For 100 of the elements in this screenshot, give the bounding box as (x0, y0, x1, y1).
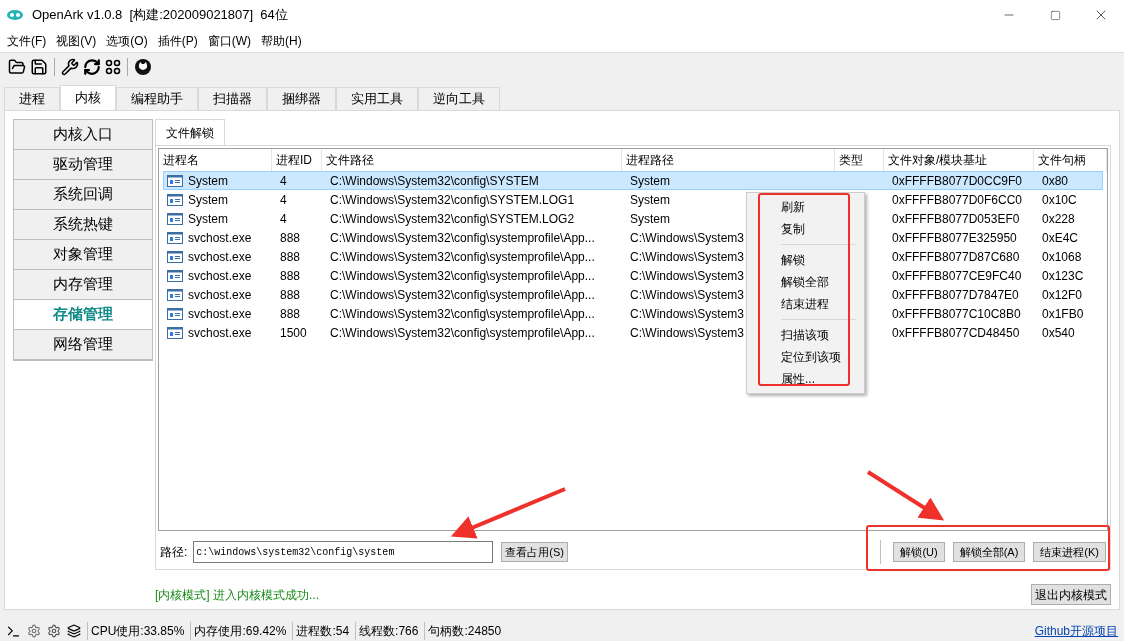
maximize-icon (1049, 9, 1061, 21)
context-menu-item[interactable]: 解锁 (747, 249, 864, 271)
menu-item[interactable]: 帮助(H) (256, 32, 307, 50)
table-cell: 0x1068 (1042, 248, 1082, 265)
status-message: [内核模式] 进入内核模式成功... (155, 586, 319, 604)
table-cell: 0x12F0 (1042, 286, 1083, 303)
table-cell: System (188, 172, 228, 189)
context-menu-item[interactable]: 结束进程 (747, 293, 864, 315)
table-cell: 888 (280, 248, 301, 265)
tab[interactable]: 内核 (60, 85, 116, 110)
menu-item[interactable]: 窗口(W) (202, 32, 256, 50)
table-cell: 0x123C (1042, 267, 1084, 284)
app-logo-icon (7, 10, 23, 20)
table-cell: 0xE4C (1042, 229, 1079, 246)
path-field[interactable]: c:\windows\system32\config\system (193, 541, 494, 563)
table-cell: System (630, 172, 670, 189)
menu-item[interactable]: 视图(V) (51, 32, 102, 50)
terminal-icon[interactable] (6, 623, 21, 639)
window-icon (167, 174, 183, 187)
action-button[interactable]: 结束进程(K) (1033, 542, 1106, 562)
sidebar-item[interactable]: 对象管理 (14, 240, 152, 270)
table-cell: System (630, 191, 670, 208)
selected-row[interactable]: System 4 C:\Windows\System32\config\SYSTEM System 0xFFFFB8077D0CC9F0 0x80 (163, 171, 1103, 190)
table-cell: C:\Windows\System32\config\SYSTEM.LOG2 (330, 210, 575, 227)
table-cell: 888 (280, 267, 301, 284)
circles-grid-icon[interactable] (105, 58, 121, 75)
table-cell: 0xFFFFB8077C10C8B0 (892, 305, 1021, 322)
status-item: 进程数:54 (292, 622, 350, 640)
tab[interactable]: 逆向工具 (418, 87, 500, 110)
table-cell: C:\Windows\System32\config\systemprofile\App... (330, 324, 595, 341)
context-menu-item[interactable]: 刷新 (747, 196, 864, 218)
action-button[interactable]: 解锁全部(A) (952, 542, 1026, 562)
sidebar-item[interactable]: 内核入口 (14, 120, 152, 150)
table-cell: 0xFFFFB8077D0CC9F0 (892, 172, 1023, 189)
status-item: 句柄数:24850 (424, 622, 502, 640)
table-cell: C:\Windows\System3 (630, 324, 745, 341)
table-cell: 4 (280, 210, 287, 227)
gear-icon[interactable] (27, 624, 41, 638)
window-icon (167, 269, 183, 282)
table-cell: 888 (280, 286, 301, 303)
wrench-icon[interactable] (61, 57, 79, 76)
open-folder-icon[interactable] (8, 57, 26, 76)
table-cell: 0xFFFFB8077E325950 (892, 229, 1017, 246)
table-cell: 0xFFFFB8077CD48450 (892, 324, 1020, 341)
menu-item[interactable]: 文件(F) (2, 32, 52, 50)
table-cell: C:\Windows\System3 (630, 229, 745, 246)
sidebar-item[interactable]: 驱动管理 (14, 150, 152, 180)
table-cell: 0x10C (1042, 191, 1077, 208)
table-cell: C:\Windows\System32\config\systemprofile\App... (330, 229, 595, 246)
table-cell: 4 (280, 172, 287, 189)
window-icon (167, 326, 183, 339)
table-cell: 0xFFFFB8077D0F6CC0 (892, 191, 1023, 208)
view-usage-button[interactable]: 查看占用(S) (501, 542, 568, 562)
action-button[interactable]: 解锁(U) (893, 542, 945, 562)
table-cell: svchost.exe (188, 248, 252, 265)
sidebar-item[interactable]: 内存管理 (14, 270, 152, 300)
cat-circle-icon[interactable] (134, 57, 152, 76)
context-menu-item[interactable]: 复制 (747, 218, 864, 240)
window-icon (167, 193, 183, 206)
sidebar-item[interactable]: 网络管理 (14, 330, 152, 360)
context-menu-item[interactable]: 定位到该项 (747, 346, 864, 368)
window-icon (167, 250, 183, 263)
window-icon (167, 288, 183, 301)
table-cell: C:\Windows\System32\config\SYSTEM.LOG1 (330, 191, 575, 208)
exit-kernel-mode-button[interactable]: 退出内核模式 (1031, 584, 1111, 605)
table-cell: 1500 (280, 324, 307, 341)
context-menu-item[interactable]: 属性... (747, 368, 864, 390)
context-menu-item[interactable]: 扫描该项 (747, 324, 864, 346)
table-cell: C:\Windows\System32\config\systemprofile\App... (330, 248, 595, 265)
tab[interactable]: 文件解锁 (155, 119, 225, 145)
window-title: OpenArk v1.0.8 [构建:202009021807] 64位 (32, 6, 288, 25)
sidebar-item[interactable]: 系统热键 (14, 210, 152, 240)
table-cell: C:\Windows\System3 (630, 248, 745, 265)
table-cell: System (188, 210, 228, 227)
table-cell: C:\Windows\System32\config\systemprofile\App... (330, 305, 595, 322)
tab[interactable]: 进程 (4, 87, 60, 110)
table-cell: svchost.exe (188, 267, 252, 284)
table-cell: C:\Windows\System3 (630, 305, 745, 322)
menu-item[interactable]: 插件(P) (152, 32, 203, 50)
github-link[interactable]: Github开源项目 (1034, 622, 1118, 640)
menu-item[interactable]: 选项(O) (101, 32, 153, 50)
table-cell: C:\Windows\System32\config\systemprofile\App... (330, 286, 595, 303)
table-cell: 0xFFFFB8077D87C680 (892, 248, 1020, 265)
tab[interactable]: 捆绑器 (267, 87, 336, 110)
table-cell: 4 (280, 191, 287, 208)
status-item: CPU使用:33.85% (87, 622, 185, 640)
layers-icon[interactable] (67, 624, 81, 638)
table-cell: 0x80 (1042, 172, 1069, 189)
refresh-icon[interactable] (83, 57, 101, 76)
tab[interactable]: 扫描器 (198, 87, 267, 110)
table-cell: System (188, 191, 228, 208)
table-cell: svchost.exe (188, 229, 252, 246)
table-cell: 0xFFFFB8077CE9FC40 (892, 267, 1022, 284)
save-icon[interactable] (30, 57, 48, 76)
sidebar-item[interactable]: 系统回调 (14, 180, 152, 210)
context-menu-item[interactable]: 解锁全部 (747, 271, 864, 293)
table-cell: 0xFFFFB8077D053EF0 (892, 210, 1020, 227)
table-cell: svchost.exe (188, 324, 252, 341)
tab[interactable]: 实用工具 (336, 87, 418, 110)
tab[interactable]: 编程助手 (116, 87, 198, 110)
